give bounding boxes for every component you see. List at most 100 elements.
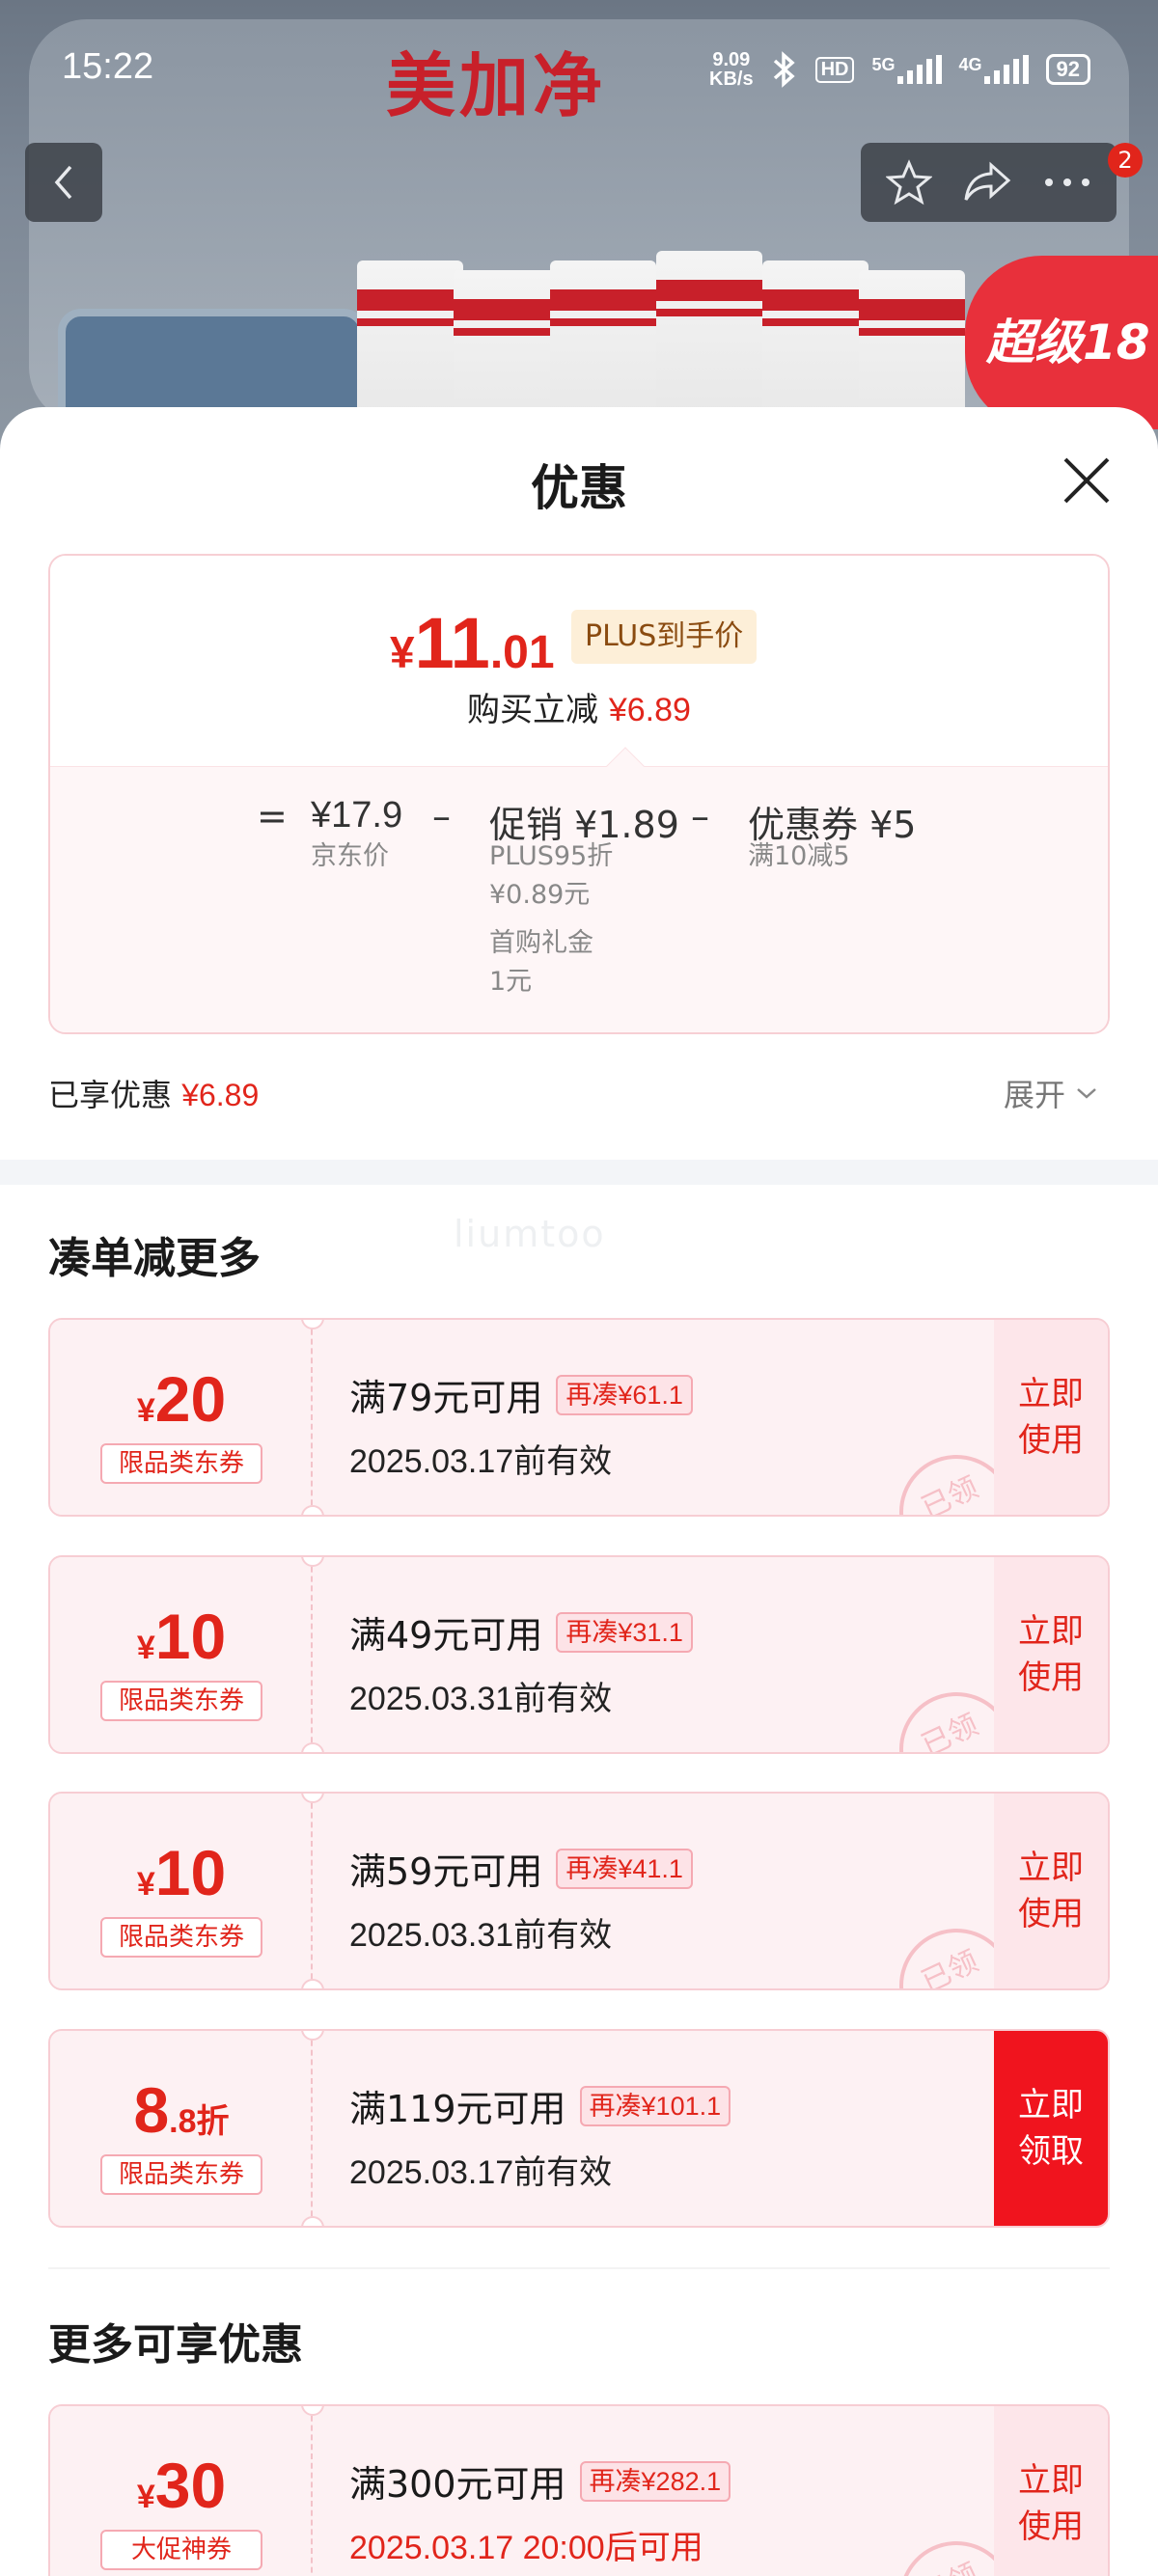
jd-price: ¥17.9 <box>311 795 403 836</box>
coupon-condition-row: 满119元可用 再凑¥101.1 <box>349 2079 731 2132</box>
coupon-details: 满59元可用 再凑¥41.1 2025.03.31前有效 <box>349 1842 693 1956</box>
coupon-amount: ¥10 <box>50 1836 313 1909</box>
save-line: 购买立减 ¥6.89 <box>50 683 1108 730</box>
coupon-action-label: 立即使用 <box>1018 1612 1084 1697</box>
coupon-value: 10 <box>154 1601 227 1672</box>
coupon-value-suffix: .8折 <box>169 2103 230 2140</box>
coupon-action-button[interactable]: 立即使用 <box>994 1320 1108 1515</box>
coupon-gap-tag: 再凑¥101.1 <box>579 2085 731 2126</box>
notification-badge: 2 <box>1108 143 1143 178</box>
promo-detail-plus: PLUS95折 <box>489 841 614 871</box>
coupon-details: 满300元可用 再凑¥282.1 2025.03.17 20:00后可用 <box>349 2454 731 2568</box>
coupon-card: ¥10 限品类东券 满59元可用 再凑¥41.1 2025.03.31前有效 已领 立即使用 <box>48 1792 1110 1990</box>
coupon-details: 满119元可用 再凑¥101.1 2025.03.17前有效 <box>349 2079 731 2193</box>
coupon-details: 满49元可用 再凑¥31.1 2025.03.31前有效 <box>349 1605 693 1719</box>
more-icon[interactable] <box>1043 177 1091 188</box>
coupon-amount: ¥30 <box>50 2449 313 2522</box>
expand-label: 展开 <box>1004 1077 1066 1113</box>
signal-label: 4G <box>958 55 982 74</box>
coupon-action-label: 立即使用 <box>1018 1849 1084 1933</box>
jd-price-label: 京东价 <box>311 841 389 871</box>
back-button[interactable] <box>25 143 102 222</box>
coupon-action-button[interactable]: 立即领取 <box>994 2031 1108 2226</box>
coupon-validity: 2025.03.17 20:00后可用 <box>349 2530 703 2566</box>
coupon-amount: ¥20 <box>50 1362 313 1436</box>
coupon-condition-row: 满59元可用 再凑¥41.1 <box>349 1842 693 1895</box>
top-action-group <box>861 143 1117 222</box>
star-icon[interactable] <box>885 159 932 206</box>
coupon-notch <box>301 1742 324 1752</box>
coupon-currency: ¥ <box>136 1392 155 1429</box>
price-summary-card: ¥11.01 PLUS到手价 购买立减 ¥6.89 = ¥17.9 京东价 – … <box>48 554 1110 1034</box>
coupon-currency: ¥ <box>136 1630 155 1666</box>
price-decimal: .01 <box>489 627 555 678</box>
promo-badge: 超级18 <box>965 256 1158 429</box>
coupon-card: ¥10 限品类东券 满49元可用 再凑¥31.1 2025.03.31前有效 已领 立即使用 <box>48 1555 1110 1754</box>
minus-sign: – <box>432 795 451 837</box>
coupon-type-tag: 限品类东券 <box>100 1681 262 1721</box>
coupon-action-label: 立即领取 <box>1018 2086 1084 2171</box>
coupon-value: 10 <box>154 1837 227 1908</box>
minus-sign: – <box>691 795 709 837</box>
coupon-condition: 满119元可用 <box>349 2088 566 2130</box>
coupon-value: 20 <box>154 1363 227 1435</box>
coupon-notch <box>301 1505 324 1515</box>
watermark: liumtoo <box>454 1213 606 1255</box>
promo-detail-plus-amount: ¥0.89元 <box>489 880 591 910</box>
price-currency: ¥ <box>390 627 415 677</box>
coupon-type-tag: 限品类东券 <box>100 2154 262 2195</box>
expand-button[interactable]: 展开 <box>1004 1071 1098 1115</box>
enjoyed-amount: ¥6.89 <box>181 1078 260 1112</box>
share-icon[interactable] <box>962 161 1012 204</box>
save-amount: ¥6.89 <box>608 692 691 728</box>
coupon-validity: 2025.03.31前有效 <box>349 1917 613 1954</box>
signal-label: 5G <box>871 55 896 74</box>
coupon-currency: ¥ <box>136 2479 155 2515</box>
coupon-amount: 8.8折 <box>50 2073 313 2147</box>
coupon-card: 8.8折限品类东券 满119元可用 再凑¥101.1 2025.03.17前有效 立即领… <box>48 2029 1110 2228</box>
close-icon[interactable] <box>1060 453 1114 507</box>
equals-sign: = <box>257 795 288 837</box>
coupon-card: ¥20 限品类东券 满79元可用 再凑¥61.1 2025.03.17前有效 已领 立即使用 <box>48 1318 1110 1517</box>
enjoyed-discount: 已享优惠 ¥6.89 <box>48 1071 259 1115</box>
net-speed-value: 9.09 <box>712 49 751 70</box>
promo-detail-gift: 首购礼金 <box>489 928 593 958</box>
chevron-down-icon <box>1077 1088 1096 1099</box>
coupon-condition-row: 满300元可用 再凑¥282.1 <box>349 2454 731 2507</box>
coupon-amount: ¥10 <box>50 1600 313 1673</box>
coupon-gap-tag: 再凑¥31.1 <box>556 1611 693 1653</box>
section-divider <box>48 2267 1110 2269</box>
net-speed-unit: KB/s <box>709 69 754 90</box>
promo-detail-gift-amount: 1元 <box>489 967 533 997</box>
section-title-more: 凑单减更多 <box>48 1234 261 1283</box>
coupon-action-button[interactable]: 立即使用 <box>994 1794 1108 1988</box>
status-time: 15:22 <box>62 46 154 87</box>
coupon-condition-row: 满79元可用 再凑¥61.1 <box>349 1368 693 1421</box>
hd-icon: HD <box>814 56 855 83</box>
coupon-condition: 满300元可用 <box>349 2463 566 2506</box>
coupon-action-button[interactable]: 立即使用 <box>994 1557 1108 1752</box>
section-title-enjoy: 更多可享优惠 <box>48 2320 303 2370</box>
coupon-condition: 满59元可用 <box>349 1850 543 1893</box>
price-header: ¥11.01 PLUS到手价 购买立减 ¥6.89 <box>50 556 1108 766</box>
coupon-type-tag: 限品类东券 <box>100 1917 262 1958</box>
status-bar: 15:22 9.09 KB/s HD 5G 4G 92 <box>0 0 1158 135</box>
coupon-gap-tag: 再凑¥61.1 <box>556 1374 693 1415</box>
coupon-notch <box>301 2216 324 2226</box>
battery-icon: 92 <box>1045 54 1090 85</box>
price-integer: 11 <box>414 603 490 683</box>
chevron-left-icon <box>54 165 72 200</box>
coupon-condition: 满49元可用 <box>349 1614 543 1657</box>
sheet-title: 优惠 <box>531 460 627 516</box>
coupon-value: 30 <box>154 2450 227 2521</box>
coupon-action-label: 立即使用 <box>1018 2461 1084 2546</box>
net-speed: 9.09 KB/s <box>709 50 754 89</box>
coupon-condition: 满79元可用 <box>349 1377 543 1419</box>
coupon-action-button[interactable]: 立即使用 <box>994 2406 1108 2576</box>
coupon-condition-row: 满49元可用 再凑¥31.1 <box>349 1605 693 1658</box>
coupon-gap-tag: 再凑¥282.1 <box>579 2460 731 2502</box>
final-price: ¥11.01 <box>390 602 555 684</box>
plus-price-tag: PLUS到手价 <box>571 610 758 664</box>
coupon-details: 满79元可用 再凑¥61.1 2025.03.17前有效 <box>349 1368 693 1482</box>
coupon-type-tag: 大促神券 <box>100 2530 262 2570</box>
